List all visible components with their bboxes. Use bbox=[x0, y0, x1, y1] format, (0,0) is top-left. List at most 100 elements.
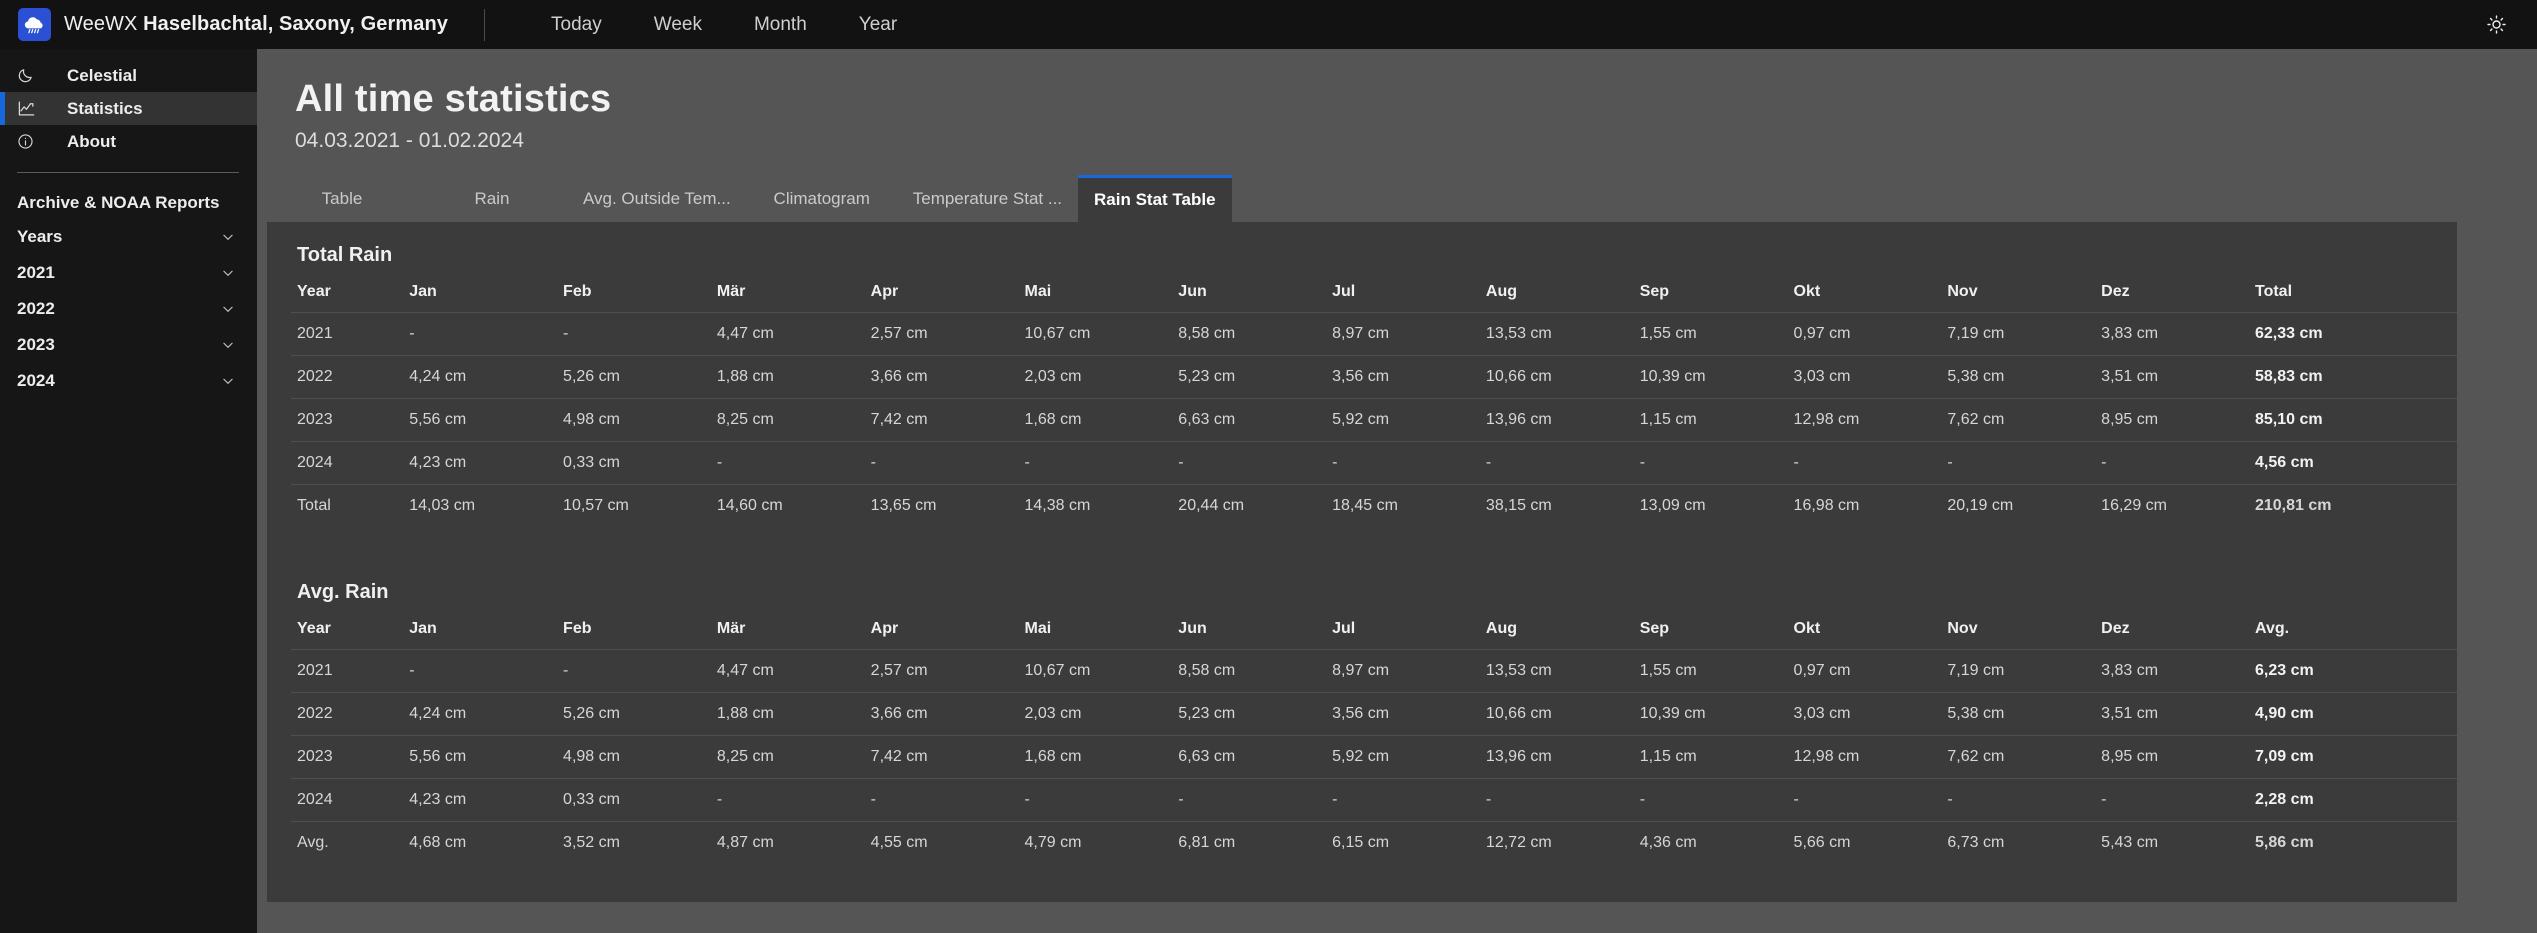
cell-sep: 10,39 cm bbox=[1633, 354, 1788, 399]
cell-dez: 8,95 cm bbox=[2095, 397, 2249, 442]
table-row-avg: Avg. 4,68 cm 3,52 cm 4,87 cm 4,55 cm 4,7… bbox=[291, 820, 2457, 864]
cell-feb: 4,98 cm bbox=[557, 397, 711, 442]
cell-avg: 6,23 cm bbox=[2248, 648, 2457, 693]
sidebar-collapse-2024[interactable]: 2024 bbox=[0, 363, 257, 399]
table-row: 2022 4,24 cm 5,26 cm 1,88 cm 3,66 cm 2,0… bbox=[291, 691, 2457, 736]
cell-feb: 0,33 cm bbox=[557, 777, 711, 822]
cell-mar: 4,87 cm bbox=[710, 820, 865, 864]
brand-prefix: WeeWX bbox=[64, 13, 144, 35]
tab-rain[interactable]: Rain bbox=[417, 175, 567, 222]
cell-aug: 13,96 cm bbox=[1479, 397, 1634, 442]
cell-sep: 13,09 cm bbox=[1633, 483, 1788, 527]
cell-total: 85,10 cm bbox=[2248, 397, 2457, 442]
cell-year: 2021 bbox=[291, 648, 404, 693]
cell-year: 2023 bbox=[291, 734, 404, 779]
cell-avg: 5,86 cm bbox=[2248, 820, 2457, 864]
sidebar-item-statistics[interactable]: Statistics bbox=[0, 92, 257, 125]
col-header-total: Total bbox=[2254, 282, 2293, 300]
cell-feb: 3,52 cm bbox=[557, 820, 711, 864]
cell-okt: 0,97 cm bbox=[1787, 311, 1942, 356]
cell-jan: - bbox=[403, 311, 558, 356]
topnav-item-year[interactable]: Year bbox=[833, 8, 923, 42]
main-content: All time statistics 04.03.2021 - 01.02.2… bbox=[257, 49, 2537, 933]
tab-climatogram[interactable]: Climatogram bbox=[747, 175, 897, 222]
tab-temperature-stat[interactable]: Temperature Stat ... bbox=[897, 175, 1078, 222]
cell-nov: - bbox=[1941, 777, 2096, 822]
cell-sep: 1,15 cm bbox=[1633, 397, 1788, 442]
cell-mar: - bbox=[710, 440, 865, 485]
col-header-mai: Mai bbox=[1024, 619, 1052, 637]
col-header-aug: Aug bbox=[1485, 282, 1518, 300]
cell-jul: - bbox=[1326, 777, 1480, 822]
page-title: All time statistics bbox=[295, 78, 612, 120]
cell-feb: - bbox=[557, 311, 711, 356]
cell-jul: 3,56 cm bbox=[1326, 691, 1480, 736]
cell-avg: 4,90 cm bbox=[2248, 691, 2457, 736]
sidebar-collapse-2022[interactable]: 2022 bbox=[0, 291, 257, 327]
cell-okt: 3,03 cm bbox=[1787, 354, 1942, 399]
cell-total: 62,33 cm bbox=[2248, 311, 2457, 356]
table-header-row: Year Jan Feb Mär Apr Mai Jun Jul Aug Sep… bbox=[291, 273, 2457, 313]
weewx-cloud-rain-logo[interactable] bbox=[18, 8, 51, 41]
cell-total: 58,83 cm bbox=[2248, 354, 2457, 399]
cell-nov: 5,38 cm bbox=[1941, 354, 2096, 399]
total-rain-table-body: 2021 - - 4,47 cm 2,57 cm 10,67 cm 8,58 c… bbox=[291, 311, 2457, 527]
cell-year: 2022 bbox=[291, 691, 404, 736]
tab-table[interactable]: Table bbox=[267, 175, 417, 222]
topnav-item-week[interactable]: Week bbox=[628, 8, 728, 42]
tab-rain-stat-table[interactable]: Rain Stat Table bbox=[1078, 174, 1232, 222]
cell-mar: 8,25 cm bbox=[710, 397, 865, 442]
cell-apr: 7,42 cm bbox=[864, 734, 1019, 779]
col-header-jan: Jan bbox=[409, 619, 437, 637]
cell-feb: 5,26 cm bbox=[557, 354, 711, 399]
cell-mar: 14,60 cm bbox=[710, 483, 865, 527]
sidebar-collapse-years[interactable]: Years bbox=[0, 219, 257, 255]
col-header-apr: Apr bbox=[870, 619, 899, 637]
table-row: 2023 5,56 cm 4,98 cm 8,25 cm 7,42 cm 1,6… bbox=[291, 397, 2457, 442]
cell-dez: 5,43 cm bbox=[2095, 820, 2249, 864]
cell-jun: 5,23 cm bbox=[1172, 354, 1327, 399]
cell-aug: 38,15 cm bbox=[1479, 483, 1634, 527]
cell-apr: - bbox=[864, 777, 1019, 822]
panel-scroll-area[interactable]: Total Rain Year Jan Feb Mär Apr Mai Jun … bbox=[291, 244, 2457, 864]
chevron-down-icon bbox=[221, 302, 235, 316]
table-header-row: Year Jan Feb Mär Apr Mai Jun Jul Aug Sep… bbox=[291, 610, 2457, 650]
cell-nov: 7,19 cm bbox=[1941, 311, 2096, 356]
cell-jan: 5,56 cm bbox=[403, 397, 558, 442]
top-bar: WeeWX Haselbachtal, Saxony, Germany Toda… bbox=[0, 0, 2537, 49]
cell-jul: 5,92 cm bbox=[1326, 397, 1480, 442]
cell-feb: 5,26 cm bbox=[557, 691, 711, 736]
topnav-item-today[interactable]: Today bbox=[525, 8, 628, 42]
cell-apr: 2,57 cm bbox=[864, 311, 1019, 356]
theme-toggle-button[interactable] bbox=[2479, 8, 2513, 42]
col-header-dez: Dez bbox=[2101, 619, 2130, 637]
horizontal-scrollbar[interactable] bbox=[267, 901, 2457, 916]
cell-jul: 8,97 cm bbox=[1326, 648, 1480, 693]
col-header-sep: Sep bbox=[1639, 619, 1670, 637]
cell-jan: 4,23 cm bbox=[403, 777, 558, 822]
cell-sep: 10,39 cm bbox=[1633, 691, 1788, 736]
cell-year: Avg. bbox=[291, 820, 404, 864]
col-header-jul: Jul bbox=[1332, 282, 1356, 300]
cell-year: 2022 bbox=[291, 354, 404, 399]
sidebar-item-about[interactable]: About bbox=[0, 125, 257, 158]
cell-year: 2024 bbox=[291, 777, 404, 822]
avg-rain-title: Avg. Rain bbox=[297, 580, 389, 603]
cell-aug: 10,66 cm bbox=[1479, 691, 1634, 736]
sidebar: Celestial Statistics About Archive & NOA… bbox=[0, 49, 257, 933]
cell-year: Total bbox=[291, 483, 404, 527]
vertical-scrollbar[interactable] bbox=[2518, 49, 2537, 933]
page-header: All time statistics 04.03.2021 - 01.02.2… bbox=[257, 49, 2537, 153]
sidebar-item-label: Statistics bbox=[67, 98, 143, 118]
cell-dez: - bbox=[2095, 777, 2249, 822]
col-header-mai: Mai bbox=[1024, 282, 1052, 300]
topnav-item-month[interactable]: Month bbox=[728, 8, 833, 42]
sidebar-collapse-2021[interactable]: 2021 bbox=[0, 255, 257, 291]
cell-dez: 3,83 cm bbox=[2095, 311, 2249, 356]
col-header-dez: Dez bbox=[2101, 282, 2130, 300]
col-header-okt: Okt bbox=[1793, 619, 1821, 637]
tab-avg-outside-temp[interactable]: Avg. Outside Tem... bbox=[567, 175, 747, 222]
sidebar-collapse-2023[interactable]: 2023 bbox=[0, 327, 257, 363]
cell-jul: 18,45 cm bbox=[1326, 483, 1480, 527]
sidebar-item-celestial[interactable]: Celestial bbox=[0, 59, 257, 92]
